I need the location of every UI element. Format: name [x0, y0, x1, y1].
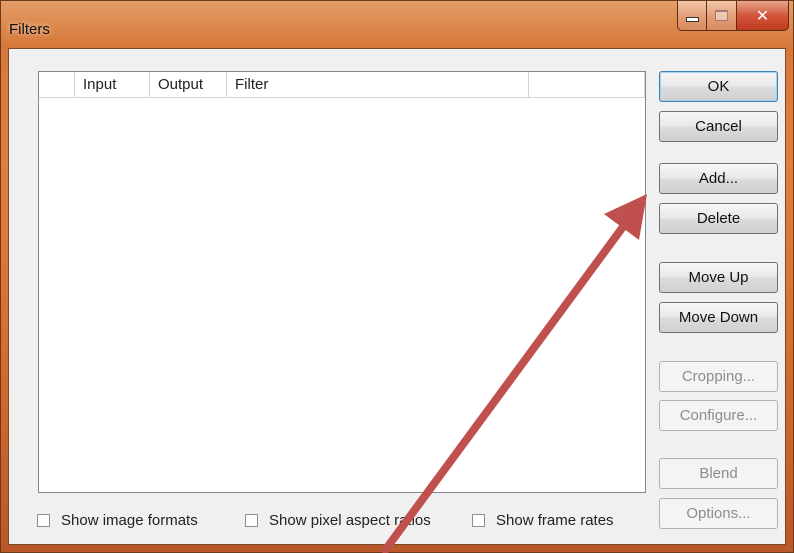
cancel-button[interactable]: Cancel [659, 111, 778, 142]
cropping-button[interactable]: Cropping... [659, 361, 778, 392]
delete-button[interactable]: Delete [659, 203, 778, 234]
title-bar[interactable]: Filters ✕ [1, 1, 794, 49]
close-button[interactable]: ✕ [737, 1, 789, 31]
show-image-formats-option[interactable]: Show image formats [37, 512, 198, 529]
configure-button[interactable]: Configure... [659, 400, 778, 431]
maximize-button[interactable] [707, 1, 737, 31]
minimize-icon [685, 17, 699, 22]
column-header-blank[interactable] [39, 72, 75, 97]
show-frame-rates-label: Show frame rates [496, 512, 614, 529]
options-button[interactable]: Options... [659, 498, 778, 529]
close-icon: ✕ [755, 6, 770, 25]
list-header: Input Output Filter [39, 72, 645, 98]
window-title: Filters [9, 21, 50, 38]
add-button[interactable]: Add... [659, 163, 778, 194]
show-pixel-aspect-ratios-option[interactable]: Show pixel aspect ratios [245, 512, 431, 529]
caption-buttons: ✕ [677, 1, 789, 31]
ok-button[interactable]: OK [659, 71, 778, 102]
minimize-button[interactable] [677, 1, 707, 31]
column-header-output[interactable]: Output [150, 72, 227, 97]
show-image-formats-label: Show image formats [61, 512, 198, 529]
column-header-input[interactable]: Input [75, 72, 150, 97]
show-frame-rates-checkbox[interactable] [472, 514, 485, 527]
move-up-button[interactable]: Move Up [659, 262, 778, 293]
filters-list[interactable]: Input Output Filter [38, 71, 646, 493]
show-pixel-aspect-ratios-checkbox[interactable] [245, 514, 258, 527]
column-header-filter[interactable]: Filter [227, 72, 529, 97]
maximize-icon [715, 10, 728, 21]
show-pixel-aspect-ratios-label: Show pixel aspect ratios [269, 512, 431, 529]
dialog-client-area: Input Output Filter OK Cancel Add... Del… [8, 48, 786, 545]
blend-button[interactable]: Blend [659, 458, 778, 489]
column-header-extra[interactable] [529, 72, 645, 97]
show-frame-rates-option[interactable]: Show frame rates [472, 512, 614, 529]
move-down-button[interactable]: Move Down [659, 302, 778, 333]
show-image-formats-checkbox[interactable] [37, 514, 50, 527]
